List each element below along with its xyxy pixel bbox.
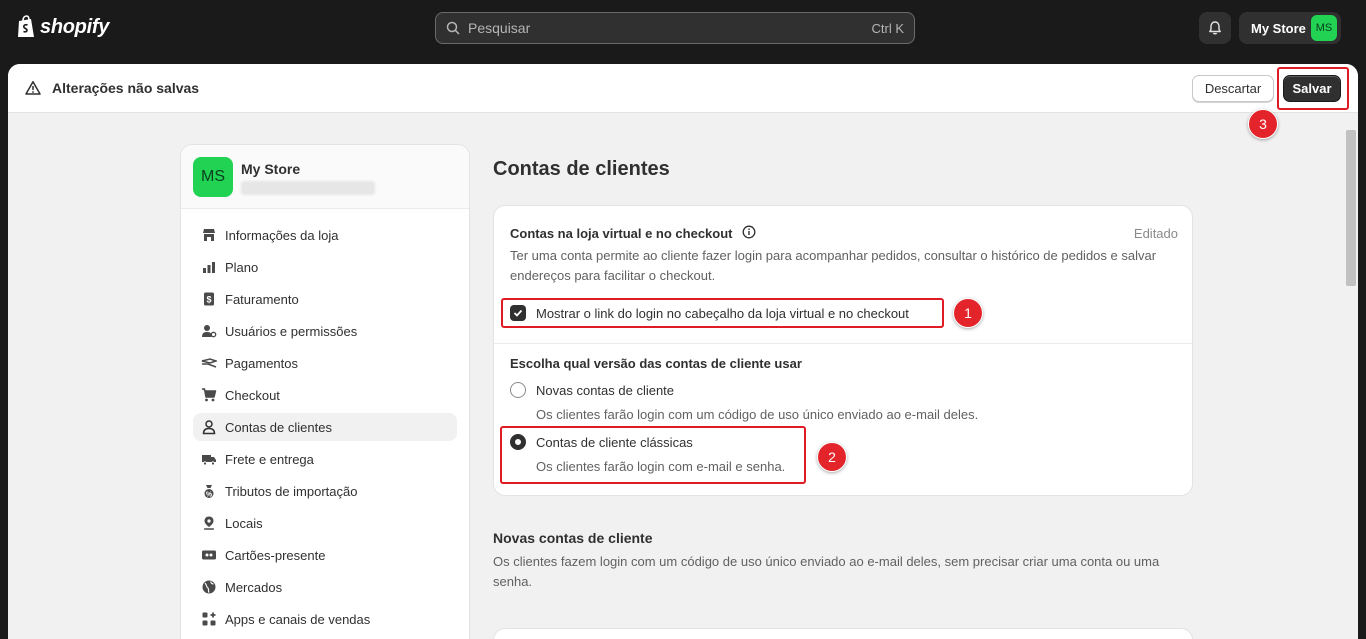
discard-button[interactable]: Descartar xyxy=(1192,75,1274,102)
card-description: Ter uma conta permite ao cliente fazer l… xyxy=(510,248,1157,283)
duties-icon: % xyxy=(204,485,214,499)
svg-text:$: $ xyxy=(206,295,211,305)
store-avatar: MS xyxy=(1311,15,1337,41)
store-domain-blurred xyxy=(241,181,375,195)
radio-label: Novas contas de cliente xyxy=(536,382,675,398)
sidebar-item-label: Locais xyxy=(225,515,263,531)
search-input[interactable] xyxy=(468,20,872,36)
sidebar-item-label: Frete e entrega xyxy=(225,451,314,467)
plan-icon xyxy=(203,262,215,273)
avatar: MS xyxy=(193,157,233,197)
location-icon xyxy=(204,516,214,530)
search-icon xyxy=(446,21,460,35)
store-menu-button[interactable]: My Store MS xyxy=(1239,12,1341,44)
person-icon xyxy=(202,420,216,435)
sidebar-item-label: Usuários e permissões xyxy=(225,323,358,339)
store-icon xyxy=(203,229,215,241)
radio-button[interactable] xyxy=(510,382,526,398)
brand-name: shopify xyxy=(40,15,110,38)
sidebar-store-name: My Store xyxy=(241,161,301,177)
sidebar-item-label: Mercados xyxy=(225,579,283,595)
search-bar[interactable]: Ctrl K xyxy=(435,12,915,44)
sidebar-item-store-details[interactable]: Informações da loja xyxy=(193,221,457,249)
apps-icon xyxy=(202,612,216,626)
svg-text:%: % xyxy=(206,492,213,499)
unsaved-changes-title: Alterações não salvas xyxy=(52,80,200,96)
page-title: Contas de clientes xyxy=(493,158,670,180)
sidebar-item-label: Contas de clientes xyxy=(225,419,332,435)
sidebar-item-locations[interactable]: Locais xyxy=(193,509,457,537)
sidebar-item-duties[interactable]: % Tributos de importação xyxy=(193,477,457,505)
edited-status: Editado xyxy=(1133,226,1178,241)
sidebar-item-label: Plano xyxy=(225,259,259,275)
sidebar-item-label: Cartões-presente xyxy=(225,547,326,563)
sidebar-item-label: Informações da loja xyxy=(225,227,339,243)
scrollbar[interactable] xyxy=(1344,128,1358,639)
warning-icon xyxy=(25,81,41,95)
settings-sidebar: MS My Store Informações da loja Plano $ … xyxy=(180,144,470,639)
sidebar-item-apps[interactable]: Apps e canais de vendas xyxy=(193,605,457,633)
gift-card-icon xyxy=(202,550,216,560)
sidebar-item-shipping[interactable]: Frete e entrega xyxy=(193,445,457,473)
highlight-classic-option xyxy=(500,426,806,484)
billing-icon: $ xyxy=(204,292,214,306)
shopify-logo[interactable]: shopify xyxy=(16,15,109,39)
sidebar-item-label: Tributos de importação xyxy=(225,483,358,499)
sidebar-item-label: Checkout xyxy=(225,387,280,403)
card-title: Contas na loja virtual e no checkout xyxy=(510,226,733,241)
radio-new-accounts[interactable]: Novas contas de cliente xyxy=(510,382,674,398)
highlight-checkbox xyxy=(501,298,944,328)
sidebar-item-payments[interactable]: Pagamentos xyxy=(193,349,457,377)
scrollbar-thumb[interactable] xyxy=(1346,130,1356,286)
bell-icon xyxy=(1209,21,1221,35)
version-section-title: Escolha qual versão das contas de client… xyxy=(510,356,802,371)
top-bar: shopify Ctrl K My Store MS xyxy=(0,0,1366,56)
notifications-button[interactable] xyxy=(1199,12,1231,44)
settings-nav-list: Informações da loja Plano $ Faturamento … xyxy=(181,209,469,639)
shopify-bag-icon xyxy=(18,15,34,37)
new-accounts-card xyxy=(493,628,1193,639)
main-surface: Alterações não salvas Descartar Salvar M… xyxy=(8,64,1358,639)
cart-icon xyxy=(202,388,217,402)
sidebar-store-header[interactable]: MS My Store xyxy=(181,145,469,209)
sidebar-item-billing[interactable]: $ Faturamento xyxy=(193,285,457,313)
annotation-marker-2: 2 xyxy=(817,442,847,472)
globe-icon xyxy=(202,580,216,594)
sidebar-item-label: Pagamentos xyxy=(225,355,298,371)
new-accounts-description: Os clientes fazem login com um código de… xyxy=(493,554,1160,589)
sidebar-item-label: Faturamento xyxy=(225,291,299,307)
annotation-marker-3: 3 xyxy=(1248,109,1278,139)
sidebar-item-label: Apps e canais de vendas xyxy=(225,611,371,627)
divider xyxy=(494,343,1192,344)
annotation-marker-1: 1 xyxy=(953,298,983,328)
search-shortcut: Ctrl K xyxy=(871,20,905,36)
radio-help-text: Os clientes farão login com um código de… xyxy=(536,407,979,422)
sidebar-item-plan[interactable]: Plano xyxy=(193,253,457,281)
sidebar-item-markets[interactable]: Mercados xyxy=(193,573,457,601)
sidebar-item-users[interactable]: Usuários e permissões xyxy=(193,317,457,345)
info-icon[interactable] xyxy=(742,225,756,239)
truck-icon xyxy=(202,455,216,466)
payments-icon xyxy=(201,358,217,368)
contextual-save-bar: Alterações não salvas Descartar Salvar xyxy=(8,64,1358,113)
sidebar-item-gift-cards[interactable]: Cartões-presente xyxy=(193,541,457,569)
store-menu-label: My Store xyxy=(1251,20,1306,36)
sidebar-item-checkout[interactable]: Checkout xyxy=(193,381,457,409)
users-icon xyxy=(202,325,217,338)
sidebar-item-customer-accounts[interactable]: Contas de clientes xyxy=(193,413,457,441)
highlight-save-button xyxy=(1277,67,1349,110)
new-accounts-title: Novas contas de cliente xyxy=(493,530,653,546)
